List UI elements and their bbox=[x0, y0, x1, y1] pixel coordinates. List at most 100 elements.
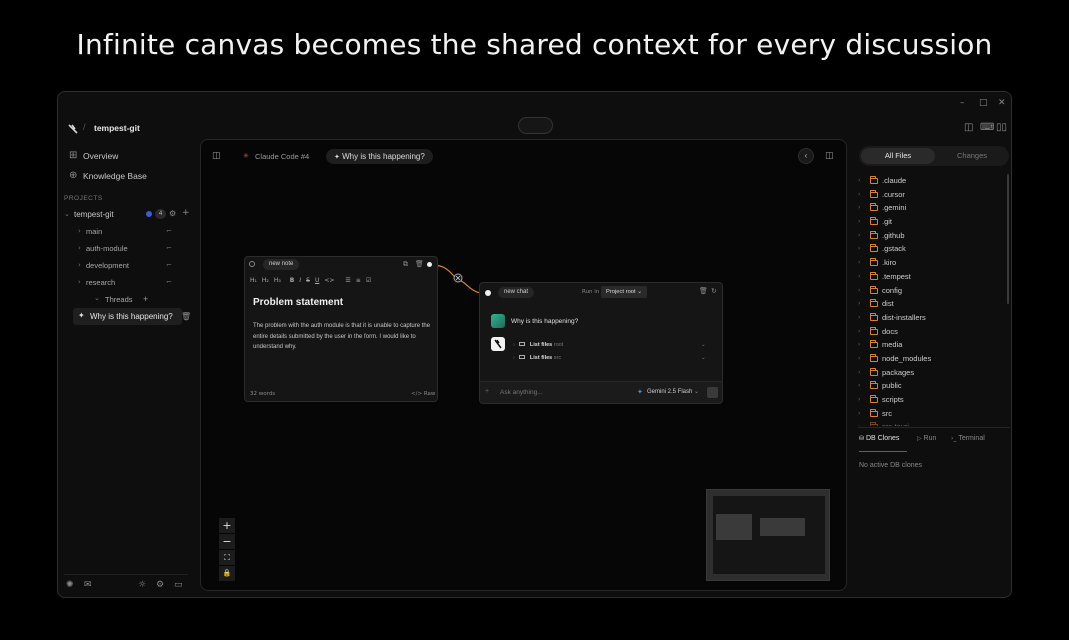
sun-icon[interactable]: ☼ bbox=[138, 580, 146, 590]
bullet-list-icon[interactable]: ☰ bbox=[345, 277, 350, 284]
zoom-out-button[interactable]: − bbox=[219, 534, 235, 549]
thread-item-label: Why is this happening? bbox=[90, 312, 173, 321]
chevron-down-icon[interactable]: ⌄ bbox=[94, 294, 100, 302]
book-icon[interactable]: ▯▯ bbox=[996, 122, 1007, 133]
minimap[interactable] bbox=[706, 489, 830, 581]
file-tree-item[interactable]: › packages bbox=[858, 366, 914, 379]
keyboard-icon[interactable]: ⌨ bbox=[980, 122, 994, 133]
chat-input-dot[interactable] bbox=[485, 290, 491, 296]
underline-button[interactable]: U bbox=[315, 277, 319, 284]
settings-icon[interactable]: ⚙ bbox=[156, 580, 164, 590]
sidebar-item-overview[interactable]: Overview bbox=[83, 151, 118, 161]
model-select[interactable]: Gemini 2.5 Flash bbox=[647, 389, 692, 395]
file-tree[interactable]: › .claude › .cursor › .gemini › .git › .githu… bbox=[858, 174, 1003, 426]
folder-icon bbox=[870, 380, 878, 389]
checklist-icon[interactable]: ☑ bbox=[366, 277, 371, 284]
project-settings-icon[interactable]: ⚙ bbox=[169, 209, 176, 218]
repo-name[interactable]: tempest-git bbox=[94, 123, 140, 133]
branch-research[interactable]: research bbox=[86, 278, 115, 287]
file-tree-item[interactable]: › dist-installers bbox=[858, 311, 926, 324]
refresh-icon[interactable]: ↻ bbox=[711, 287, 717, 295]
tool-call-row[interactable]: › List files root ⌄ bbox=[513, 342, 713, 353]
chevron-right-icon[interactable]: › bbox=[78, 244, 81, 252]
tab-db-clones[interactable]: ⛁ DB Clones bbox=[859, 432, 907, 452]
bold-button[interactable]: B bbox=[290, 277, 295, 284]
note-body[interactable]: The problem with the auth module is that… bbox=[253, 321, 433, 353]
file-tree-item[interactable]: › .github bbox=[858, 229, 905, 242]
close-button[interactable]: ✕ bbox=[998, 98, 1006, 108]
note-handle-icon[interactable] bbox=[249, 261, 255, 267]
note-output-dot[interactable] bbox=[427, 262, 432, 267]
file-tree-item[interactable]: › public bbox=[858, 379, 902, 392]
chat-input-bar[interactable]: + Ask anything... ✦ Gemini 2.5 Flash ⌄ bbox=[480, 381, 722, 403]
mail-icon[interactable]: ✉ bbox=[84, 580, 92, 590]
h2-button[interactable]: H₂ bbox=[262, 277, 269, 284]
tab-all-files[interactable]: All Files bbox=[861, 148, 935, 164]
chat-input[interactable]: Ask anything... bbox=[500, 389, 543, 396]
file-tree-item[interactable]: › .gemini bbox=[858, 201, 906, 214]
chevron-right-icon[interactable]: › bbox=[78, 278, 81, 286]
chevron-down-icon[interactable]: ⌄ bbox=[64, 210, 70, 218]
run-in-select[interactable]: Project root ⌄ bbox=[601, 286, 648, 298]
fit-view-button[interactable]: ⛶ bbox=[219, 550, 235, 565]
split-view-icon[interactable]: ◫ bbox=[964, 122, 973, 133]
italic-button[interactable]: I bbox=[299, 277, 301, 284]
send-button[interactable] bbox=[707, 387, 718, 398]
file-tree-item[interactable]: › .tempest bbox=[858, 270, 911, 283]
branch-development[interactable]: development bbox=[86, 261, 129, 270]
branch-main[interactable]: main bbox=[86, 227, 102, 236]
note-card[interactable]: new note ⧉ 🗑 H₁ H₂ H₃ B I S U <> ☰ ≡ ☑ P… bbox=[244, 256, 438, 402]
numbered-list-icon[interactable]: ≡ bbox=[356, 277, 361, 284]
zoom-in-button[interactable]: + bbox=[219, 518, 235, 533]
file-tree-item[interactable]: › .gstack bbox=[858, 242, 906, 255]
branch-icon: ⌐ bbox=[166, 227, 172, 235]
file-tree-item[interactable]: ›src-tauri bbox=[858, 420, 909, 426]
file-tree-item[interactable]: › media bbox=[858, 338, 902, 351]
file-tree-item[interactable]: › .cursor bbox=[858, 188, 905, 201]
file-tree-item[interactable]: › docs bbox=[858, 325, 898, 338]
sidebar-item-knowledge-base[interactable]: Knowledge Base bbox=[83, 171, 147, 181]
file-tree-item[interactable]: › .git bbox=[858, 215, 892, 228]
trash-icon[interactable]: 🗑 bbox=[181, 312, 191, 321]
maximize-button[interactable]: □ bbox=[979, 98, 988, 108]
trash-icon[interactable]: 🗑 bbox=[699, 287, 708, 295]
file-tree-item[interactable]: › src bbox=[858, 407, 892, 420]
file-tree-item[interactable]: › scripts bbox=[858, 393, 904, 406]
code-button[interactable]: <> bbox=[324, 277, 334, 284]
chevron-right-icon[interactable]: › bbox=[78, 227, 81, 235]
file-tree-item[interactable]: › .claude bbox=[858, 174, 906, 187]
h3-button[interactable]: H₃ bbox=[274, 277, 281, 284]
file-tree-item[interactable]: › dist bbox=[858, 297, 894, 310]
project-name[interactable]: tempest-git bbox=[74, 210, 114, 219]
chat-card[interactable]: new chat Run in Project root ⌄ 🗑 ↻ Why i… bbox=[479, 282, 723, 404]
h1-button[interactable]: H₁ bbox=[250, 277, 257, 284]
tab-changes[interactable]: Changes bbox=[937, 148, 1007, 164]
branch-auth-module[interactable]: auth-module bbox=[86, 244, 128, 253]
file-tree-item[interactable]: › config bbox=[858, 284, 902, 297]
chevron-down-icon[interactable]: ⌄ bbox=[694, 388, 699, 395]
raw-toggle[interactable]: </> Raw bbox=[411, 391, 435, 397]
tab-terminal[interactable]: ›_ Terminal bbox=[951, 432, 985, 446]
add-thread-button[interactable]: + bbox=[143, 294, 148, 304]
minimize-button[interactable]: – bbox=[960, 98, 965, 108]
tab-run[interactable]: ▷ Run bbox=[917, 432, 936, 446]
add-attachment-icon[interactable]: + bbox=[485, 388, 489, 395]
lock-button[interactable]: 🔒 bbox=[219, 566, 235, 581]
file-tree-item[interactable]: › node_modules bbox=[858, 352, 931, 365]
thread-item-active[interactable]: ✦ Why is this happening? bbox=[73, 308, 182, 325]
tool-call-row[interactable]: › List files src ⌄ bbox=[513, 355, 713, 366]
add-project-icon[interactable]: + bbox=[182, 208, 190, 218]
window-drag-pill[interactable] bbox=[518, 117, 553, 134]
note-title[interactable]: Problem statement bbox=[253, 297, 343, 308]
trash-icon[interactable]: 🗑 bbox=[415, 260, 424, 268]
strike-button[interactable]: S bbox=[306, 277, 310, 284]
folder-icon[interactable]: ▭ bbox=[174, 580, 183, 590]
chevron-right-icon[interactable]: › bbox=[78, 261, 81, 269]
file-tree-item[interactable]: › .kiro bbox=[858, 256, 896, 269]
db-clones-empty-message: No active DB clones bbox=[859, 462, 923, 469]
copy-icon[interactable]: ⧉ bbox=[403, 260, 408, 269]
file-tree-scrollbar[interactable] bbox=[1007, 174, 1009, 304]
projects-label: PROJECTS bbox=[64, 195, 103, 202]
bug-icon[interactable]: ✺ bbox=[66, 580, 74, 590]
canvas-area[interactable]: ◫ ✳ Claude Code #4 ✦ Why is this happeni… bbox=[200, 139, 847, 591]
